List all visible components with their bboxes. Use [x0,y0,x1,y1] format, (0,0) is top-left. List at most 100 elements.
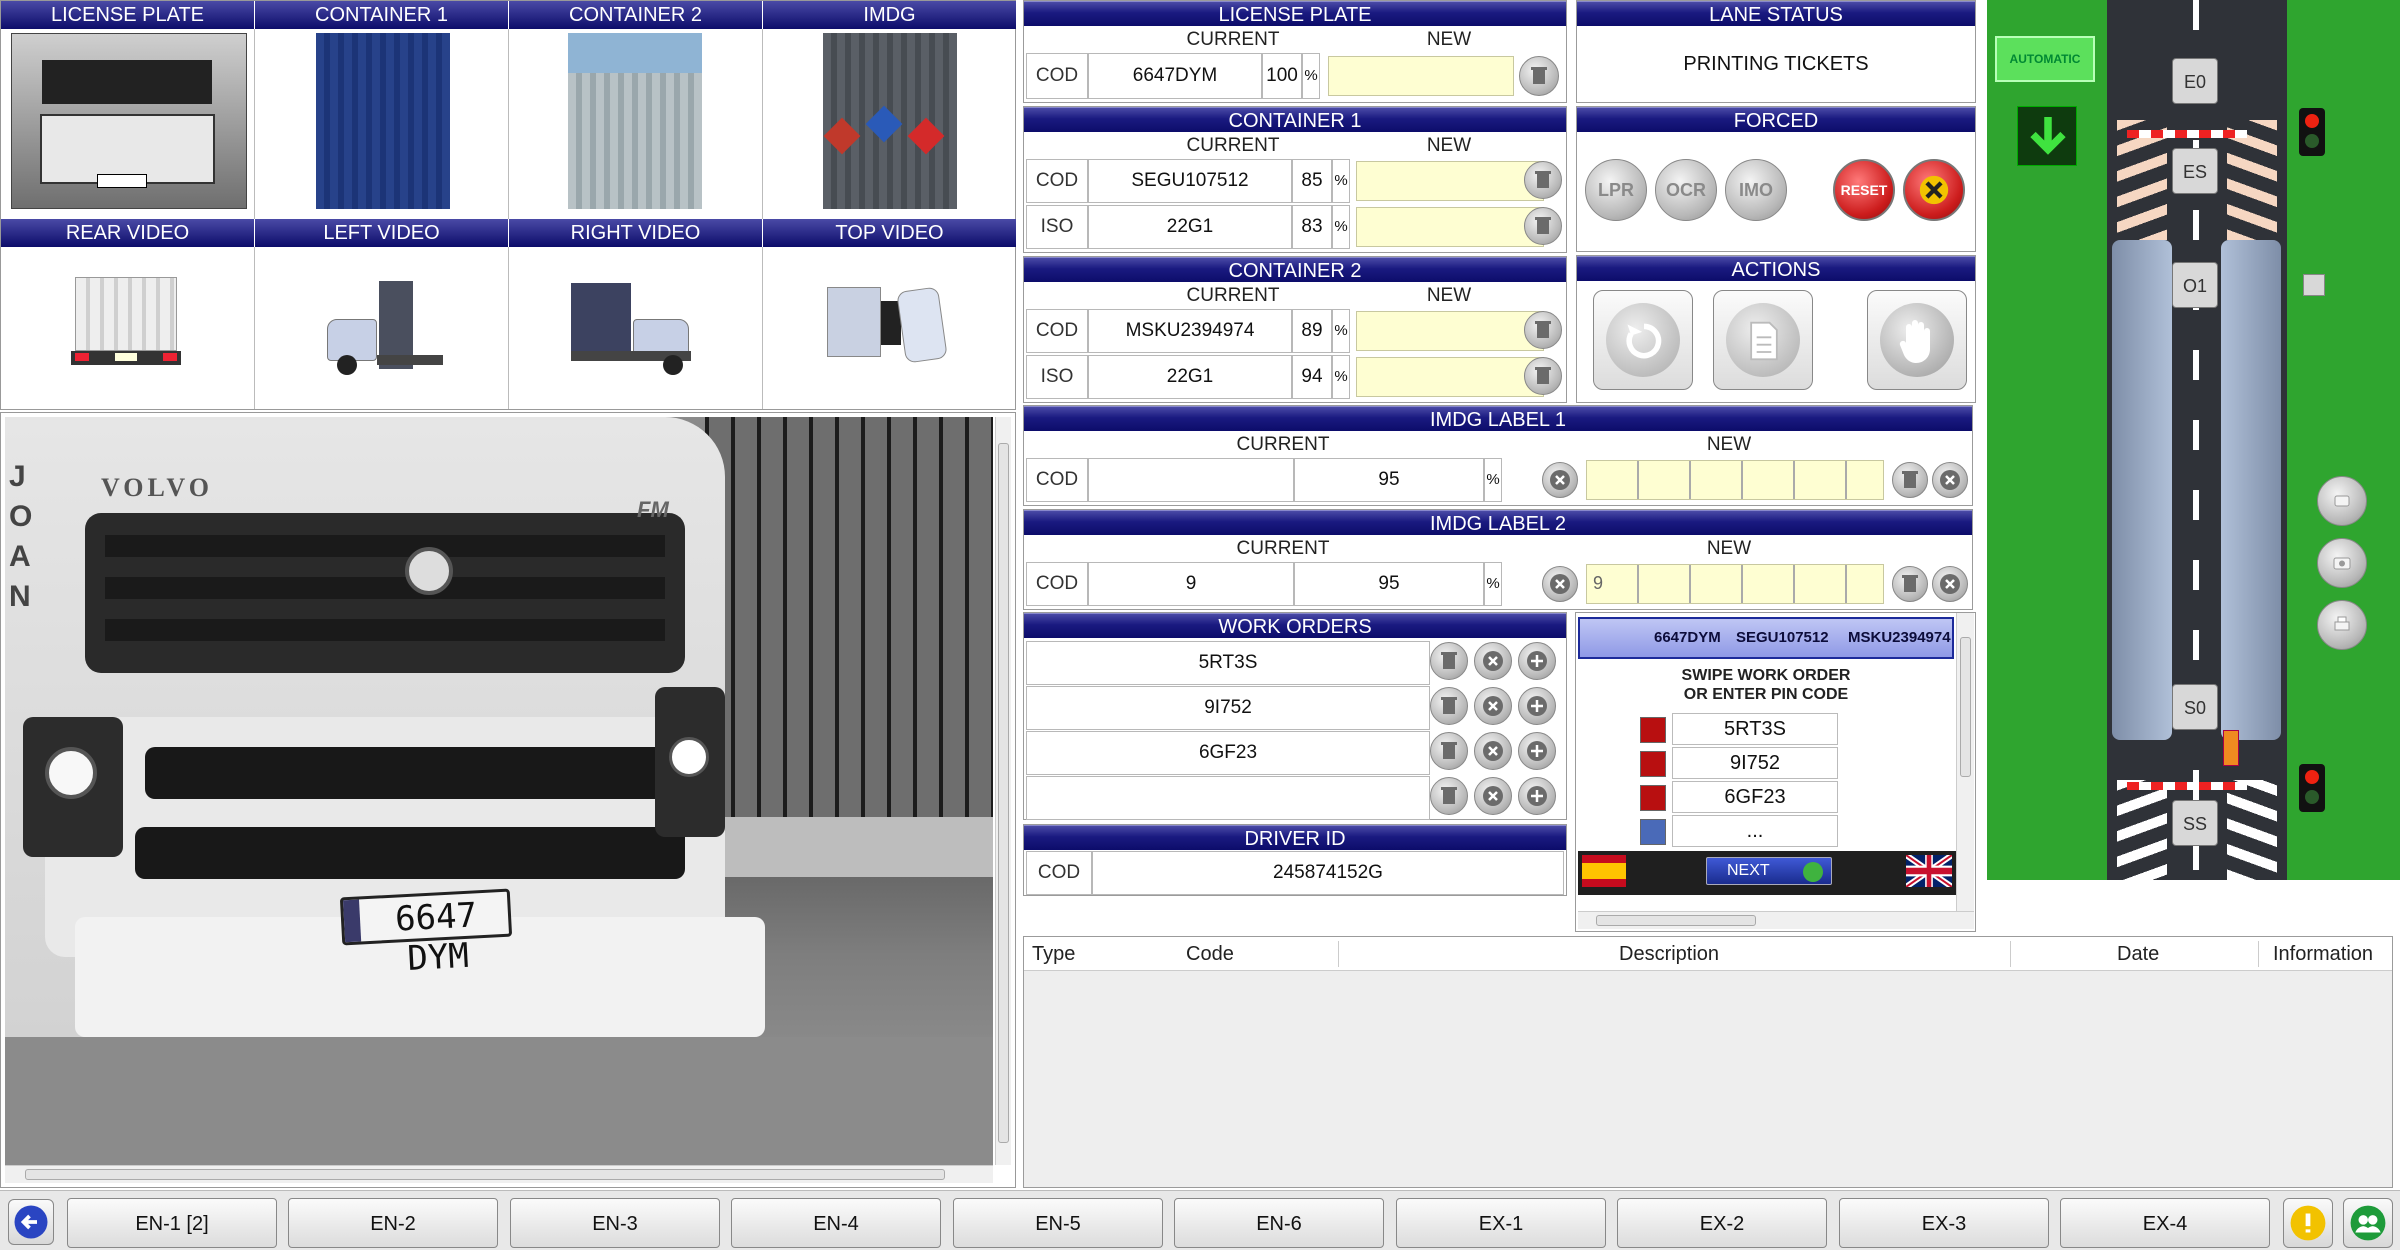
station-es[interactable]: ES [2172,148,2218,194]
column-type[interactable]: Type [1032,937,1075,971]
right-video-thumbnail[interactable] [569,277,699,377]
automatic-mode-button[interactable]: AUTOMATIC [1995,36,2095,82]
tab-ex-2[interactable]: EX-2 [1617,1198,1827,1248]
column-date[interactable]: Date [2117,937,2159,971]
clear-icon[interactable] [1542,566,1578,602]
tab-en-6[interactable]: EN-6 [1174,1198,1384,1248]
imo-button[interactable]: IMO [1725,159,1787,221]
spanish-flag-icon[interactable] [1582,855,1626,887]
clear-icon[interactable] [1932,462,1968,498]
lane-button[interactable] [2317,476,2367,526]
delete-icon[interactable] [1430,687,1468,725]
clear-icon[interactable] [1932,566,1968,602]
container-1-iso-new-input[interactable] [1356,207,1544,247]
column-information[interactable]: Information [2273,937,2373,971]
work-order-row[interactable] [1026,776,1430,820]
remove-icon[interactable] [1474,642,1512,680]
kiosk-work-order[interactable]: 9I752 [1672,747,1838,779]
kiosk-edit-icon[interactable] [1640,819,1666,845]
kiosk-work-order[interactable]: ... [1672,815,1838,847]
delete-icon[interactable] [1892,566,1928,602]
license-plate-thumbnail[interactable] [11,33,247,209]
tab-en-1[interactable]: EN-1 [2] [67,1198,277,1248]
remove-icon[interactable] [1474,777,1512,815]
tab-ex-4[interactable]: EX-4 [2060,1198,2270,1248]
container-2-thumbnail[interactable] [568,33,702,209]
column-code[interactable]: Code [1186,937,1234,971]
imdg-thumbnail[interactable] [823,33,957,209]
delete-icon[interactable] [1430,642,1468,680]
tab-en-4[interactable]: EN-4 [731,1198,941,1248]
container-2-code-new-input[interactable] [1356,311,1544,351]
add-icon[interactable] [1518,777,1556,815]
kiosk-work-order[interactable]: 5RT3S [1672,713,1838,745]
add-icon[interactable] [1518,687,1556,725]
tab-ex-1[interactable]: EX-1 [1396,1198,1606,1248]
new-label: NEW [1354,285,1544,306]
delete-icon[interactable] [1430,777,1468,815]
sensor-icon [2303,274,2325,296]
kiosk-work-order[interactable]: 6GF23 [1672,781,1838,813]
station-e0[interactable]: E0 [2172,58,2218,104]
delete-icon[interactable] [1892,462,1928,498]
container-2-iso-new-input[interactable] [1356,357,1544,397]
warning-button[interactable] [2283,1198,2333,1248]
delete-icon[interactable] [1524,207,1562,245]
camera-icon[interactable] [2317,538,2367,588]
tab-en-5[interactable]: EN-5 [953,1198,1163,1248]
delete-icon[interactable] [1519,56,1559,96]
work-order-row[interactable]: 5RT3S [1026,641,1430,685]
kiosk-remove-icon[interactable] [1640,785,1666,811]
kiosk-remove-icon[interactable] [1640,751,1666,777]
next-button[interactable]: NEXT [1706,857,1832,885]
uk-flag-icon[interactable] [1904,852,1954,890]
imdg-1-new-input[interactable] [1586,460,1884,500]
station-o1[interactable]: O1 [2172,262,2218,308]
license-plate-new-input[interactable] [1328,56,1514,96]
reset-button[interactable]: RESET [1833,159,1895,221]
camera-view[interactable]: VOLVO FM JOAN 6647 DYM [0,412,1016,1188]
tab-en-3[interactable]: EN-3 [510,1198,720,1248]
delete-icon[interactable] [1524,357,1562,395]
driver-id-header: DRIVER ID [1024,825,1566,850]
station-ss[interactable]: SS [2172,800,2218,846]
kiosk-remove-icon[interactable] [1640,717,1666,743]
printer-icon[interactable] [2317,600,2367,650]
remove-icon[interactable] [1474,687,1512,725]
column-description[interactable]: Description [1619,937,1719,971]
tab-en-2[interactable]: EN-2 [288,1198,498,1248]
lpr-button[interactable]: LPR [1585,159,1647,221]
orange-marker [2223,730,2239,766]
remove-icon[interactable] [1474,732,1512,770]
ocr-button[interactable]: OCR [1655,159,1717,221]
camera-vertical-scrollbar[interactable] [995,417,1011,1165]
kiosk-horizontal-scrollbar[interactable] [1578,911,1974,929]
work-order-row[interactable]: 9I752 [1026,686,1430,730]
camera-horizontal-scrollbar[interactable] [5,1165,993,1183]
users-button[interactable] [2343,1198,2393,1248]
container-1-code-new-input[interactable] [1356,161,1544,201]
top-video-thumbnail[interactable] [823,281,948,371]
container-1-thumbnail[interactable] [316,33,450,209]
refresh-button[interactable] [1593,290,1693,390]
station-s0[interactable]: S0 [2172,684,2218,730]
delete-icon[interactable] [1524,311,1562,349]
imdg-2-new-input[interactable]: 9 [1586,564,1884,604]
work-order-row[interactable]: 6GF23 [1026,731,1430,775]
imdg-label-2-header: IMDG LABEL 2 [1024,510,1972,535]
tab-ex-3[interactable]: EX-3 [1839,1198,2049,1248]
delete-icon[interactable] [1524,161,1562,199]
hand-icon [1899,320,1930,363]
delete-icon[interactable] [1430,732,1468,770]
cancel-icon[interactable] [1903,159,1965,221]
kiosk-vertical-scrollbar[interactable] [1956,613,1974,913]
add-icon[interactable] [1518,642,1556,680]
rear-video-thumbnail[interactable] [71,277,181,377]
clear-icon[interactable] [1542,462,1578,498]
stop-button[interactable] [1867,290,1967,390]
license-plate-current-value: 6647DYM [1088,53,1262,99]
back-button[interactable] [8,1199,54,1245]
add-icon[interactable] [1518,732,1556,770]
left-video-thumbnail[interactable] [327,277,447,377]
document-button[interactable] [1713,290,1813,390]
